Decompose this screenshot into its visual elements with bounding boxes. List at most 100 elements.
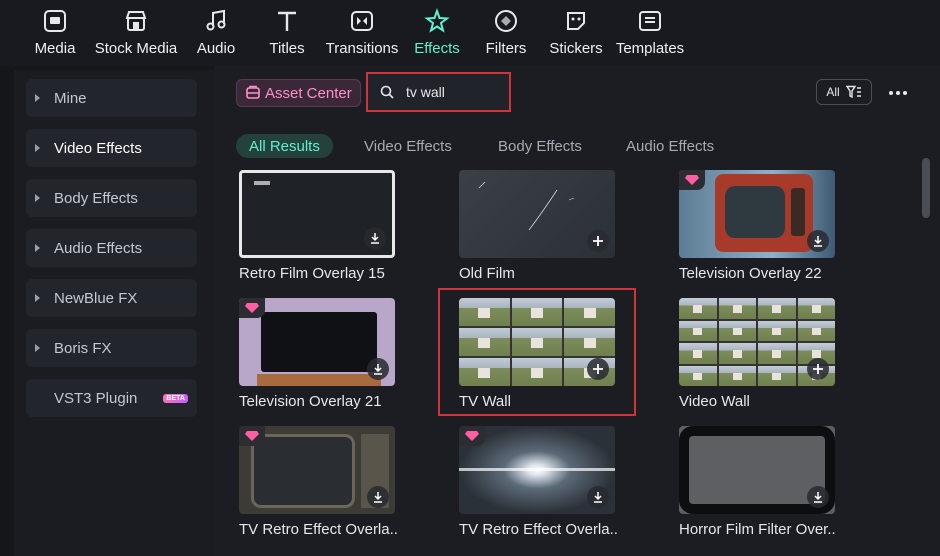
stock-media-icon bbox=[121, 6, 151, 36]
dot-icon bbox=[903, 91, 907, 95]
dot-icon bbox=[889, 91, 893, 95]
tv-screen-graphic bbox=[251, 434, 355, 508]
toolbar-stock-media[interactable]: Stock Media bbox=[94, 6, 178, 64]
sidebar-item-label: Video Effects bbox=[54, 139, 142, 157]
asset-center-button[interactable]: Asset Center bbox=[236, 79, 361, 107]
result-card[interactable]: Video Wall bbox=[679, 298, 837, 410]
result-title: TV Retro Effect Overla... bbox=[459, 521, 617, 538]
media-icon bbox=[40, 6, 70, 36]
toolbar-label: Titles bbox=[269, 40, 305, 57]
download-icon[interactable] bbox=[367, 486, 389, 508]
result-card[interactable]: Television Overlay 21 bbox=[239, 298, 397, 410]
result-title: Video Wall bbox=[679, 393, 750, 410]
music-note-icon bbox=[201, 6, 231, 36]
caret-right-icon bbox=[35, 144, 40, 152]
add-icon[interactable] bbox=[587, 230, 609, 252]
effect-thumbnail[interactable] bbox=[459, 170, 615, 258]
more-options-button[interactable] bbox=[886, 81, 910, 105]
search-input[interactable]: tv wall bbox=[366, 72, 511, 112]
result-title: Old Film bbox=[459, 265, 515, 282]
add-icon[interactable] bbox=[807, 358, 829, 380]
results-scrollbar[interactable] bbox=[922, 158, 930, 218]
result-title: Television Overlay 22 bbox=[679, 265, 822, 282]
top-toolbar: Media Stock Media Audio Titles Transitio… bbox=[0, 0, 940, 66]
tv-stand-graphic bbox=[257, 374, 381, 386]
sidebar-item-audio-effects[interactable]: Audio Effects bbox=[26, 229, 197, 267]
category-sidebar: Mine Video Effects Body Effects Audio Ef… bbox=[14, 70, 214, 556]
filter-dropdown[interactable]: All bbox=[816, 79, 872, 105]
play-overlay-mark bbox=[254, 181, 270, 185]
effects-results-panel: Asset Center tv wall All All Results Vid… bbox=[214, 66, 940, 556]
sparkle-star-icon bbox=[422, 6, 452, 36]
sidebar-item-mine[interactable]: Mine bbox=[26, 79, 197, 117]
caret-right-icon bbox=[35, 294, 40, 302]
light-streak-graphic bbox=[459, 468, 615, 471]
caret-right-icon bbox=[35, 344, 40, 352]
download-icon[interactable] bbox=[807, 230, 829, 252]
caret-right-icon bbox=[35, 194, 40, 202]
tab-body-effects[interactable]: Body Effects bbox=[498, 134, 582, 158]
download-icon[interactable] bbox=[807, 486, 829, 508]
sidebar-item-body-effects[interactable]: Body Effects bbox=[26, 179, 197, 217]
toolbar-templates[interactable]: Templates bbox=[616, 6, 684, 64]
tab-video-effects[interactable]: Video Effects bbox=[364, 134, 452, 158]
caret-right-icon bbox=[35, 244, 40, 252]
sidebar-item-video-effects[interactable]: Video Effects bbox=[26, 129, 197, 167]
filter-label: All bbox=[826, 85, 840, 99]
effect-thumbnail[interactable] bbox=[679, 426, 835, 514]
premium-gem-icon bbox=[239, 426, 265, 446]
text-t-icon bbox=[272, 6, 302, 36]
result-title: Television Overlay 21 bbox=[239, 393, 382, 410]
caret-right-icon bbox=[35, 94, 40, 102]
result-card[interactable]: TV Retro Effect Overla... bbox=[459, 426, 617, 538]
toolbar-audio[interactable]: Audio bbox=[194, 6, 238, 64]
result-title: Retro Film Overlay 15 bbox=[239, 265, 385, 282]
dot-icon bbox=[896, 91, 900, 95]
toolbar-transitions[interactable]: Transitions bbox=[326, 6, 398, 64]
sidebar-item-label: NewBlue FX bbox=[54, 289, 138, 307]
toolbar-label: Stock Media bbox=[94, 40, 178, 57]
toolbar-label: Effects bbox=[414, 40, 460, 57]
sidebar-item-boris-fx[interactable]: Boris FX bbox=[26, 329, 197, 367]
toolbar-label: Filters bbox=[485, 40, 527, 57]
toolbar-label: Stickers bbox=[549, 40, 603, 57]
effect-thumbnail[interactable] bbox=[239, 170, 395, 258]
toolbar-media[interactable]: Media bbox=[30, 6, 80, 64]
asset-center-label: Asset Center bbox=[265, 84, 352, 102]
result-card[interactable]: TV Retro Effect Overla... bbox=[239, 426, 397, 538]
sidebar-item-label: Mine bbox=[54, 89, 87, 107]
result-card[interactable]: Television Overlay 22 bbox=[679, 170, 837, 282]
download-icon[interactable] bbox=[587, 486, 609, 508]
toolbar-filters[interactable]: Filters bbox=[486, 6, 526, 64]
toolbar-label: Templates bbox=[615, 40, 685, 57]
filter-funnel-icon bbox=[845, 85, 862, 99]
effect-thumbnail[interactable] bbox=[679, 170, 835, 258]
effect-thumbnail[interactable] bbox=[459, 426, 615, 514]
result-card[interactable]: Horror Film Filter Over... bbox=[679, 426, 837, 538]
toolbar-stickers[interactable]: Stickers bbox=[549, 6, 603, 64]
result-card[interactable]: Old Film bbox=[459, 170, 617, 282]
toolbar-label: Transitions bbox=[325, 40, 399, 57]
toolbar-label: Media bbox=[34, 40, 76, 57]
tv-set-graphic bbox=[715, 174, 813, 252]
sticker-icon bbox=[561, 6, 591, 36]
asset-center-icon bbox=[245, 85, 261, 101]
tab-audio-effects[interactable]: Audio Effects bbox=[626, 134, 714, 158]
sidebar-item-label: Audio Effects bbox=[54, 239, 143, 257]
download-icon[interactable] bbox=[367, 358, 389, 380]
effect-thumbnail[interactable] bbox=[239, 426, 395, 514]
filters-icon bbox=[491, 6, 521, 36]
tab-all-results[interactable]: All Results bbox=[236, 134, 333, 158]
highlight-box bbox=[438, 288, 636, 416]
toolbar-effects[interactable]: Effects bbox=[414, 6, 460, 64]
toolbar-titles[interactable]: Titles bbox=[266, 6, 308, 64]
effect-thumbnail[interactable] bbox=[239, 298, 395, 386]
sidebar-item-newblue-fx[interactable]: NewBlue FX bbox=[26, 279, 197, 317]
result-card[interactable]: Retro Film Overlay 15 bbox=[239, 170, 397, 282]
result-title: TV Retro Effect Overla... bbox=[239, 521, 397, 538]
search-value: tv wall bbox=[406, 84, 445, 100]
sidebar-item-label: Boris FX bbox=[54, 339, 112, 357]
effect-thumbnail[interactable] bbox=[679, 298, 835, 386]
download-icon[interactable] bbox=[364, 227, 386, 249]
sidebar-item-vst3-plugin[interactable]: VST3 Plugin BETA bbox=[26, 379, 197, 417]
